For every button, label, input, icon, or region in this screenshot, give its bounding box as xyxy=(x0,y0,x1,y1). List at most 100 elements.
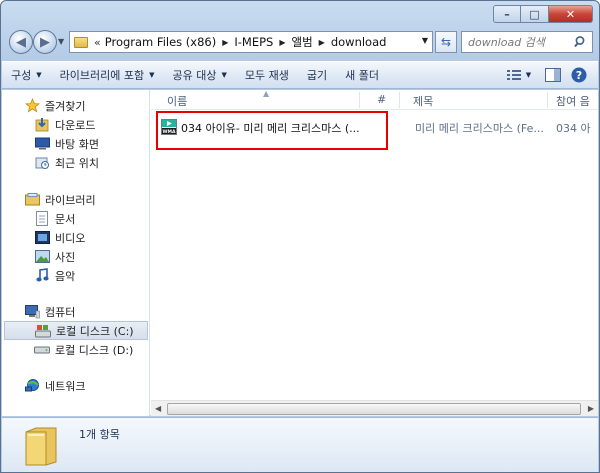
nav-item-label: 라이브러리 xyxy=(45,193,96,207)
nav-item-favorites[interactable]: 즐겨찾기 xyxy=(2,96,150,115)
nav-item-pictures[interactable]: 사진 xyxy=(2,247,150,266)
file-row[interactable]: WMA 034 아이유- 미리 메리 크리스마스 (... 미리 메리 크리스마… xyxy=(157,117,593,137)
picture-icon xyxy=(34,249,50,265)
double-chevron-icon[interactable]: « xyxy=(94,36,101,49)
breadcrumb-separator-icon[interactable]: ▶ xyxy=(319,38,325,47)
organize-label: 구성 xyxy=(11,69,32,82)
folder-icon xyxy=(25,427,57,466)
burn-button[interactable]: 굽기 xyxy=(298,64,336,86)
explorer-window: – □ ✕ ◀ ▶ ▼ « Program Files (x86) ▶ I-ME… xyxy=(0,0,600,473)
search-input[interactable] xyxy=(468,35,578,49)
nav-item-label: 컴퓨터 xyxy=(45,305,76,319)
dropdown-arrow-icon: ▼ xyxy=(221,71,227,79)
recent-pages-dropdown-icon[interactable]: ▼ xyxy=(58,37,64,46)
search-icon[interactable] xyxy=(574,35,588,49)
video-icon xyxy=(34,230,50,246)
help-icon: ? xyxy=(571,67,587,83)
refresh-button[interactable]: ⇆ xyxy=(435,31,457,53)
column-name[interactable]: 이름 xyxy=(167,93,187,109)
nav-item-label: 로컬 디스크 (D:) xyxy=(55,343,134,357)
nav-item-computer[interactable]: 컴퓨터 xyxy=(2,302,150,321)
share-button[interactable]: 공유 대상 ▼ xyxy=(164,64,236,86)
nav-item-label: 음악 xyxy=(55,269,76,283)
column-divider[interactable] xyxy=(359,92,360,108)
breadcrumb-item[interactable]: Program Files (x86) xyxy=(105,35,216,49)
file-list-pane: ▲ 이름 # 제목 참여 음 WMA 034 아이유- 미리 메리 크리스마스 … xyxy=(151,90,598,416)
library-icon xyxy=(24,192,40,208)
scroll-left-icon[interactable]: ◀ xyxy=(155,404,161,413)
nav-item-desktop[interactable]: 바탕 화면 xyxy=(2,134,150,153)
computer-icon xyxy=(24,304,40,320)
folder-icon xyxy=(74,36,88,48)
nav-item-local-disk-c[interactable]: 로컬 디스크 (C:) xyxy=(4,321,148,340)
navigation-bar: ◀ ▶ ▼ « Program Files (x86) ▶ I-MEPS ▶ 앨… xyxy=(7,29,593,55)
view-options-button[interactable]: ▼ xyxy=(506,64,532,86)
nav-item-label: 사진 xyxy=(55,250,76,264)
nav-group-network: 네트워크 xyxy=(2,376,150,395)
column-title[interactable]: 제목 xyxy=(413,93,433,109)
nav-item-label: 최근 위치 xyxy=(55,156,99,170)
content-area: 즐겨찾기 다운로드 바탕 화면 최근 위치 라이브러리 문서 비디오 사진 음악… xyxy=(2,90,598,416)
nav-item-label: 즐겨찾기 xyxy=(45,99,86,113)
sort-ascending-icon: ▲ xyxy=(263,90,270,98)
play-all-button[interactable]: 모두 재생 xyxy=(236,64,298,86)
music-note-icon xyxy=(34,268,50,284)
dropdown-arrow-icon: ▼ xyxy=(525,71,532,79)
recent-places-icon xyxy=(34,155,50,171)
horizontal-scrollbar[interactable]: ◀ ▶ xyxy=(151,400,598,416)
network-icon xyxy=(24,378,40,394)
download-folder-icon xyxy=(34,117,50,133)
column-artist[interactable]: 참여 음 xyxy=(556,93,590,109)
system-drive-icon xyxy=(35,323,51,339)
organize-button[interactable]: 구성 ▼ xyxy=(2,64,51,86)
file-name: 034 아이유- 미리 메리 크리스마스 (... xyxy=(181,122,360,135)
back-button[interactable]: ◀ xyxy=(9,30,33,54)
breadcrumb-item[interactable]: download xyxy=(331,35,387,49)
forward-button[interactable]: ▶ xyxy=(33,30,57,54)
close-button[interactable]: ✕ xyxy=(549,5,593,23)
nav-item-network[interactable]: 네트워크 xyxy=(2,376,150,395)
command-bar: 구성 ▼ 라이브러리에 포함 ▼ 공유 대상 ▼ 모두 재생 굽기 새 폴더 ▼ xyxy=(2,61,598,89)
nav-item-documents[interactable]: 문서 xyxy=(2,209,150,228)
breadcrumb-separator-icon[interactable]: ▶ xyxy=(279,38,285,47)
column-divider[interactable] xyxy=(399,92,400,108)
nav-item-videos[interactable]: 비디오 xyxy=(2,228,150,247)
maximize-button[interactable]: □ xyxy=(521,5,549,23)
include-library-label: 라이브러리에 포함 xyxy=(59,69,145,82)
item-count: 1개 항목 xyxy=(79,428,120,441)
nav-item-downloads[interactable]: 다운로드 xyxy=(2,115,150,134)
refresh-icon: ⇆ xyxy=(440,35,452,49)
desktop-icon xyxy=(34,136,50,152)
scrollbar-thumb[interactable] xyxy=(167,403,581,415)
address-bar[interactable]: « Program Files (x86) ▶ I-MEPS ▶ 앨범 ▶ do… xyxy=(69,31,433,53)
breadcrumb: Program Files (x86) ▶ I-MEPS ▶ 앨범 ▶ down… xyxy=(105,34,387,50)
nav-item-local-disk-d[interactable]: 로컬 디스크 (D:) xyxy=(2,340,150,359)
nav-item-libraries[interactable]: 라이브러리 xyxy=(2,190,150,209)
star-icon xyxy=(24,98,40,114)
scroll-right-icon[interactable]: ▶ xyxy=(588,404,594,413)
breadcrumb-item[interactable]: I-MEPS xyxy=(234,35,273,49)
nav-item-label: 네트워크 xyxy=(45,379,86,393)
new-folder-button[interactable]: 새 폴더 xyxy=(336,64,388,86)
minimize-button[interactable]: – xyxy=(493,5,521,23)
nav-item-label: 로컬 디스크 (C:) xyxy=(56,324,134,338)
svg-text:WMA: WMA xyxy=(163,129,176,135)
column-header: ▲ 이름 # 제목 참여 음 xyxy=(151,90,598,110)
file-title: 미리 메리 크리스마스 (Fe... xyxy=(415,122,544,135)
breadcrumb-item[interactable]: 앨범 xyxy=(292,34,313,50)
nav-item-recent-places[interactable]: 최근 위치 xyxy=(2,153,150,172)
nav-item-music[interactable]: 음악 xyxy=(2,266,150,285)
help-button[interactable]: ? xyxy=(566,64,592,86)
details-pane: 1개 항목 xyxy=(2,417,598,472)
include-library-button[interactable]: 라이브러리에 포함 ▼ xyxy=(51,64,164,86)
search-box xyxy=(461,31,593,53)
arrow-right-icon: ▶ xyxy=(40,34,50,50)
breadcrumb-separator-icon[interactable]: ▶ xyxy=(222,38,228,47)
address-dropdown-icon[interactable]: ▼ xyxy=(422,36,428,45)
nav-item-label: 문서 xyxy=(55,212,76,226)
column-divider[interactable] xyxy=(547,92,548,108)
document-icon xyxy=(34,211,50,227)
caption-buttons: – □ ✕ xyxy=(493,5,593,23)
column-number[interactable]: # xyxy=(377,93,386,106)
preview-pane-button[interactable] xyxy=(540,64,566,86)
